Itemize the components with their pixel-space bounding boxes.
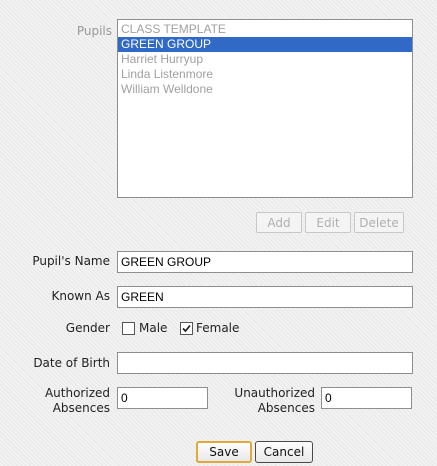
authorized-absences-field[interactable]: 0 <box>117 387 208 409</box>
male-checkbox[interactable] <box>122 322 135 335</box>
pupils-listbox[interactable]: CLASS TEMPLATE GREEN GROUP Harriet Hurry… <box>117 19 413 198</box>
date-of-birth-label: Date of Birth <box>33 356 110 370</box>
authorized-label-line1: Authorized <box>44 386 110 400</box>
list-item[interactable]: Harriet Hurryup <box>118 52 412 67</box>
female-checkbox[interactable] <box>180 322 193 335</box>
list-item[interactable]: William Welldone <box>118 82 412 97</box>
list-item[interactable]: CLASS TEMPLATE <box>118 22 412 37</box>
gender-label: Gender <box>65 321 110 335</box>
pupils-name-field[interactable]: GREEN GROUP <box>117 251 413 273</box>
known-as-label: Known As <box>51 289 110 303</box>
edit-button[interactable]: Edit <box>305 212 351 233</box>
unauthorized-label-line2: Absences <box>257 401 315 415</box>
list-item[interactable]: Linda Listenmore <box>118 67 412 82</box>
pupils-name-label: Pupil's Name <box>32 254 110 268</box>
cancel-button[interactable]: Cancel <box>255 441 313 463</box>
add-button[interactable]: Add <box>256 212 302 233</box>
authorized-label-line2: Absences <box>52 401 110 415</box>
delete-button[interactable]: Delete <box>354 212 404 233</box>
female-label[interactable]: Female <box>196 321 239 335</box>
known-as-field[interactable]: GREEN <box>117 286 413 308</box>
save-button[interactable]: Save <box>196 441 252 463</box>
authorized-absences-label: Authorized Absences <box>45 386 110 416</box>
unauthorized-absences-field[interactable]: 0 <box>321 387 412 409</box>
checkmark-icon <box>182 324 191 333</box>
unauthorized-label-line1: Unauthorized <box>234 386 315 400</box>
list-item-selected[interactable]: GREEN GROUP <box>118 37 412 52</box>
unauthorized-absences-label: Unauthorized Absences <box>234 386 315 416</box>
male-label[interactable]: Male <box>139 321 167 335</box>
date-of-birth-field[interactable] <box>117 352 413 374</box>
pupils-label: Pupils <box>76 24 112 38</box>
